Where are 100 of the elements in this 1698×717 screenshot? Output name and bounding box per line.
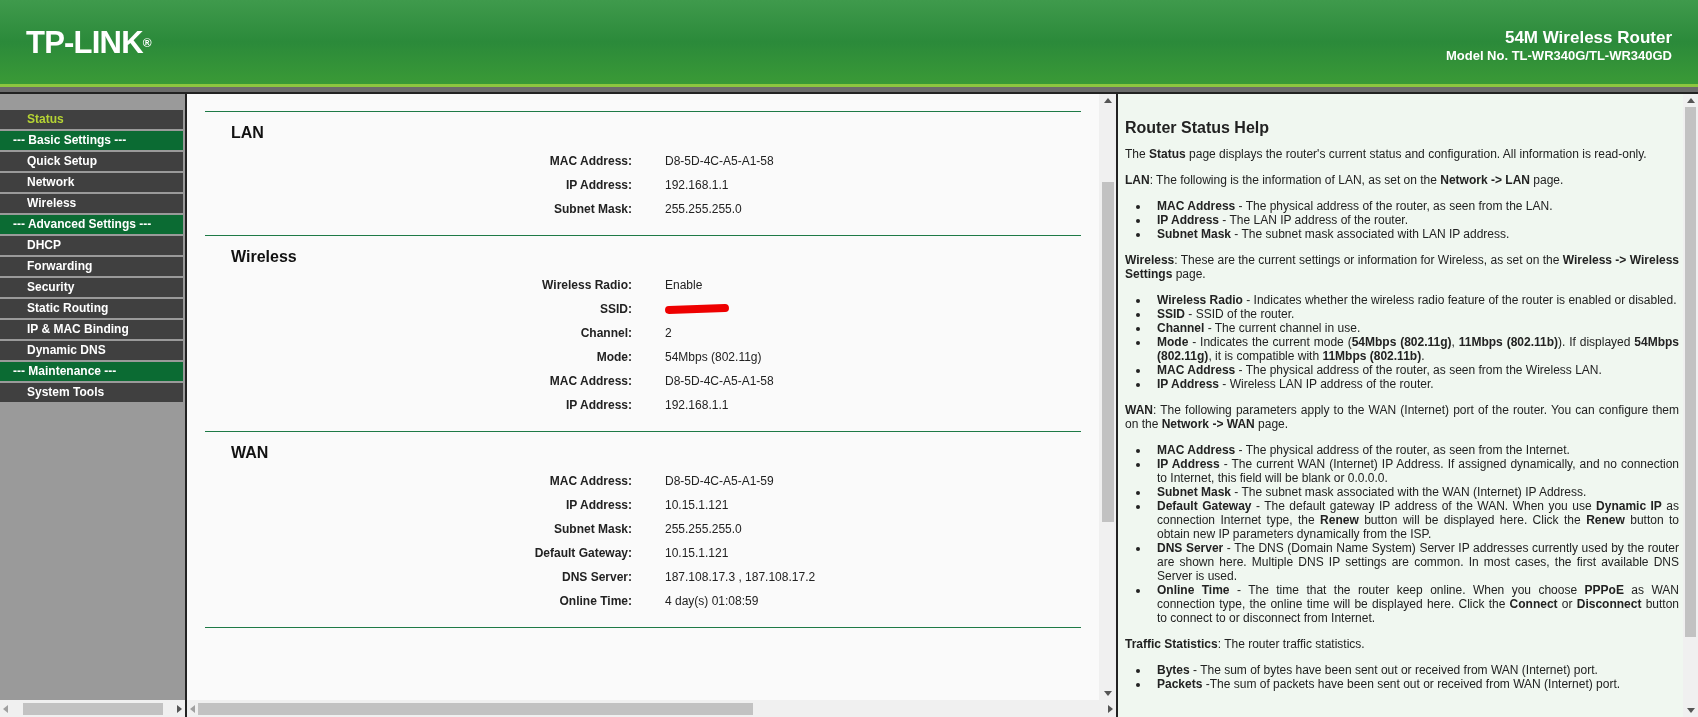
menu-heading[interactable]: --- Basic Settings --- [0, 131, 183, 150]
menu-item[interactable]: Forwarding [0, 257, 183, 276]
scroll-down-icon[interactable] [1103, 691, 1112, 696]
help-title: Router Status Help [1125, 118, 1270, 138]
horizontal-scrollbar[interactable] [0, 700, 185, 717]
redaction-mark [664, 303, 730, 315]
field-value: 4 day(s) 01:08:59 [665, 593, 759, 610]
field-value: 255.255.255.0 [665, 521, 742, 538]
field-label: Subnet Mask: [553, 521, 632, 538]
field-value: 2 [665, 325, 672, 342]
vertical-scrollbar[interactable] [1683, 94, 1698, 717]
help-list-item: Bytes - The sum of bytes have been sent out or received from WAN (Internet) port. [1157, 663, 1679, 677]
field-label: Mode: [595, 349, 632, 366]
field-label: MAC Address: [548, 373, 632, 390]
bullet-icon [1136, 449, 1140, 453]
bullet-icon [1136, 383, 1140, 387]
help-list-item: Mode - Indicates the current mode (54Mbps (802.11g), 11Mbps (802.11b)). If displayed 54Mbps (802.11g), it is compatible with 11Mbps (802.11b). [1157, 335, 1679, 363]
scroll-right-icon[interactable] [177, 704, 182, 713]
field-value: D8-5D-4C-A5-A1-58 [665, 373, 774, 390]
help-list-item: MAC Address - The physical address of the router, as seen from the Wireless LAN. [1157, 363, 1679, 377]
bullet-icon [1136, 683, 1140, 687]
field-label: Online Time: [558, 593, 632, 610]
bullet-icon [1136, 589, 1140, 593]
field-label: MAC Address: [548, 473, 632, 490]
menu-item[interactable]: Network [0, 173, 183, 192]
section-title: WAN [230, 443, 270, 463]
scroll-up-icon[interactable] [1103, 98, 1112, 103]
bullet-icon [1136, 233, 1140, 237]
field-value: 10.15.1.121 [665, 497, 729, 514]
field-value: D8-5D-4C-A5-A1-59 [665, 473, 774, 490]
vertical-scrollbar[interactable] [1099, 94, 1116, 700]
bullet-icon [1136, 205, 1140, 209]
help-paragraph: Wireless: These are the current settings or information for Wireless, as set on the Wireless -> Wireless Settings page. [1125, 253, 1679, 281]
bullet-icon [1136, 219, 1140, 223]
help-paragraph: The Status page displays the router's current status and configuration. All information is read-only. [1125, 147, 1648, 161]
field-value: 255.255.255.0 [665, 201, 742, 218]
field-value: D8-5D-4C-A5-A1-58 [665, 153, 774, 170]
scroll-right-icon[interactable] [1108, 704, 1113, 713]
menu-item[interactable]: Status [0, 110, 183, 129]
product-title: 54M Wireless Router [1504, 28, 1672, 48]
bullet-icon [1136, 341, 1140, 345]
help-list-item: Channel - The current channel in use. [1157, 321, 1679, 335]
menu-item[interactable]: System Tools [0, 383, 183, 402]
field-value: 192.168.1.1 [665, 177, 729, 194]
help-list-item: Packets -The sum of packets have been sent out or received from WAN (Internet) port. [1157, 677, 1679, 691]
help-list-item: MAC Address - The physical address of the router, as seen from the Internet. [1157, 443, 1679, 457]
bullet-icon [1136, 369, 1140, 373]
menu-heading[interactable]: --- Maintenance --- [0, 362, 183, 381]
help-list-item: DNS Server - The DNS (Domain Name System) Server IP addresses currently used by the router are shown here. Multiple DNS IP settings are common. In most cases, the first available DNS Server is used. [1157, 541, 1679, 583]
bullet-icon [1136, 299, 1140, 303]
bullet-icon [1136, 547, 1140, 551]
horizontal-scrollbar[interactable] [187, 700, 1116, 717]
help-list-item: Online Time - The time that the router keep online. When you choose PPPoE as WAN connection type, the online time will be displayed here. Click the Connect or Disconnect button to connect to or disconnect from Internet. [1157, 583, 1679, 625]
menu-item[interactable]: Quick Setup [0, 152, 183, 171]
help-list-item: IP Address - The current WAN (Internet) IP Address. If assigned dynamically, and no connection to Internet, this field will be blank or 0.0.0.0. [1157, 457, 1679, 485]
menu-item[interactable]: Static Routing [0, 299, 183, 318]
logo: TP-LINK$^{®}$ [26, 23, 151, 62]
field-label: IP Address: [564, 497, 632, 514]
help-list-item: SSID - SSID of the router. [1157, 307, 1679, 321]
field-label: MAC Address: [548, 153, 632, 170]
field-value: 54Mbps (802.11g) [665, 349, 762, 366]
bullet-icon [1136, 313, 1140, 317]
menu-heading[interactable]: --- Advanced Settings --- [0, 215, 183, 234]
scroll-up-icon[interactable] [1686, 98, 1695, 103]
field-label: IP Address: [564, 177, 632, 194]
help-list-item: Default Gateway - The default gateway IP address of the WAN. When you use Dynamic IP as connection Internet type, the Renew button will be displayed here. Click the Renew button to obtain new IP parameters dynamically from the ISP. [1157, 499, 1679, 541]
bullet-icon [1136, 463, 1140, 467]
menu-item[interactable]: DHCP [0, 236, 183, 255]
help-paragraph: LAN: The following is the information of LAN, as set on the Network -> LAN page. [1125, 173, 1565, 187]
field-value: 192.168.1.1 [665, 397, 729, 414]
scroll-down-icon[interactable] [1686, 708, 1695, 713]
bullet-icon [1136, 327, 1140, 331]
field-label: Wireless Radio: [541, 277, 632, 294]
help-paragraph: WAN: The following parameters apply to the WAN (Internet) port of the router. You can configure them on the Network -> WAN page. [1125, 403, 1679, 431]
help-paragraph: Traffic Statistics: The router traffic statistics. [1125, 637, 1366, 651]
model-number: Model No. TL-WR340G/TL-WR340GD [1445, 48, 1672, 64]
help-list-item: Subnet Mask - The subnet mask associated with LAN IP address. [1157, 227, 1679, 241]
field-value: 187.108.17.3 , 187.108.17.2 [665, 569, 816, 586]
help-list-item: IP Address - The LAN IP address of the router. [1157, 213, 1679, 227]
field-label: Channel: [579, 325, 632, 342]
menu-item[interactable]: Dynamic DNS [0, 341, 183, 360]
field-value: 10.15.1.121 [665, 545, 729, 562]
bullet-icon [1136, 669, 1140, 673]
help-list-item: Wireless Radio - Indicates whether the wireless radio feature of the router is enabled or disabled. [1157, 293, 1679, 307]
section-title: LAN [230, 123, 265, 143]
field-label: IP Address: [564, 397, 632, 414]
bullet-icon [1136, 505, 1140, 509]
help-list-item: Subnet Mask - The subnet mask associated with the WAN (Internet) IP Address. [1157, 485, 1679, 499]
field-label: Default Gateway: [533, 545, 632, 562]
field-label: SSID: [599, 301, 632, 318]
section-title: Wireless [230, 247, 298, 267]
field-value: Enable [665, 277, 703, 294]
bullet-icon [1136, 491, 1140, 495]
field-label: DNS Server: [560, 569, 632, 586]
menu-item[interactable]: Security [0, 278, 183, 297]
menu-item[interactable]: IP & MAC Binding [0, 320, 183, 339]
help-list-item: MAC Address - The physical address of the router, as seen from the LAN. [1157, 199, 1679, 213]
menu-item[interactable]: Wireless [0, 194, 183, 213]
field-label: Subnet Mask: [553, 201, 632, 218]
help-list-item: IP Address - Wireless LAN IP address of the router. [1157, 377, 1679, 391]
